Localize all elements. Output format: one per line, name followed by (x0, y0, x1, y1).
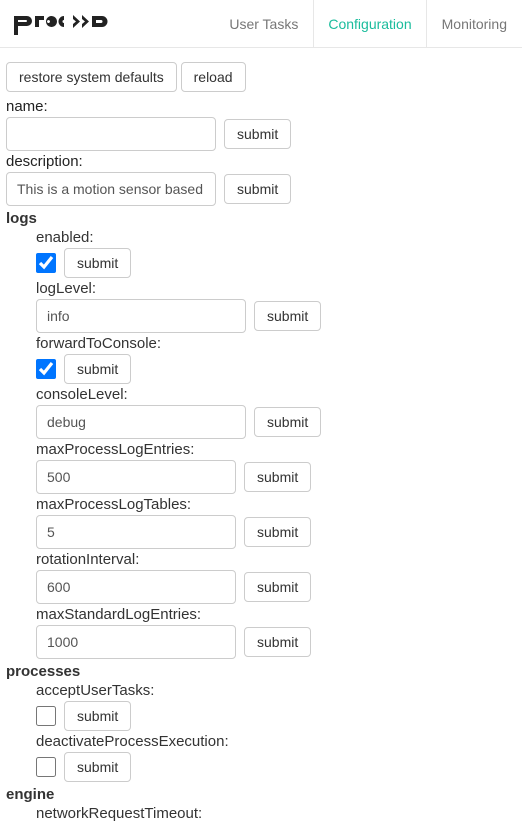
nav-configuration[interactable]: Configuration (313, 0, 426, 47)
brand-logo (14, 13, 130, 35)
action-row: restore system defaults reload (6, 62, 516, 92)
field-logs-maxprocesslogtables: maxProcessLogTables: submit (36, 496, 516, 549)
field-description: description: submit (6, 153, 516, 206)
processes-acceptusertasks-submit-button[interactable]: submit (64, 701, 131, 731)
logs-consolelevel-label: consoleLevel: (36, 386, 516, 403)
name-submit-button[interactable]: submit (224, 119, 291, 149)
field-engine-networkrequesttimeout: networkRequestTimeout: (36, 805, 516, 822)
logs-consolelevel-input[interactable] (36, 405, 246, 439)
logs-rotationinterval-label: rotationInterval: (36, 551, 516, 568)
description-submit-button[interactable]: submit (224, 174, 291, 204)
field-logs-consolelevel: consoleLevel: submit (36, 386, 516, 439)
logs-maxprocesslogentries-input[interactable] (36, 460, 236, 494)
logs-maxstandardlogentries-label: maxStandardLogEntries: (36, 606, 516, 623)
section-processes: acceptUserTasks: submit deactivateProces… (36, 682, 516, 782)
logs-maxstandardlogentries-submit-button[interactable]: submit (244, 627, 311, 657)
description-label: description: (6, 153, 516, 170)
logs-maxprocesslogtables-label: maxProcessLogTables: (36, 496, 516, 513)
field-logs-forwardtoconsole: forwardToConsole: submit (36, 335, 516, 384)
logs-rotationinterval-submit-button[interactable]: submit (244, 572, 311, 602)
top-nav: User Tasks Configuration Monitoring (214, 0, 522, 47)
processes-deactivateprocessexecution-submit-button[interactable]: submit (64, 752, 131, 782)
logs-enabled-submit-button[interactable]: submit (64, 248, 131, 278)
field-logs-maxprocesslogentries: maxProcessLogEntries: submit (36, 441, 516, 494)
processes-deactivateprocessexecution-checkbox[interactable] (36, 757, 56, 777)
logs-loglevel-submit-button[interactable]: submit (254, 301, 321, 331)
logs-enabled-checkbox[interactable] (36, 253, 56, 273)
logs-loglevel-input[interactable] (36, 299, 246, 333)
section-logs-title: logs (6, 210, 516, 227)
nav-monitoring[interactable]: Monitoring (427, 0, 522, 47)
logs-maxprocesslogtables-submit-button[interactable]: submit (244, 517, 311, 547)
logs-rotationinterval-input[interactable] (36, 570, 236, 604)
topbar: User Tasks Configuration Monitoring (0, 0, 522, 48)
reload-button[interactable]: reload (181, 62, 246, 92)
field-processes-acceptusertasks: acceptUserTasks: submit (36, 682, 516, 731)
field-logs-maxstandardlogentries: maxStandardLogEntries: submit (36, 606, 516, 659)
logs-maxprocesslogtables-input[interactable] (36, 515, 236, 549)
field-logs-rotationinterval: rotationInterval: submit (36, 551, 516, 604)
procood-logo-icon (14, 13, 130, 35)
logs-enabled-label: enabled: (36, 229, 516, 246)
field-processes-deactivateprocessexecution: deactivateProcessExecution: submit (36, 733, 516, 782)
processes-acceptusertasks-label: acceptUserTasks: (36, 682, 516, 699)
section-processes-title: processes (6, 663, 516, 680)
field-name: name: submit (6, 98, 516, 151)
engine-networkrequesttimeout-label: networkRequestTimeout: (36, 805, 516, 822)
section-engine-title: engine (6, 786, 516, 803)
logs-forwardtoconsole-checkbox[interactable] (36, 359, 56, 379)
name-input[interactable] (6, 117, 216, 151)
field-logs-enabled: enabled: submit (36, 229, 516, 278)
logs-maxstandardlogentries-input[interactable] (36, 625, 236, 659)
processes-acceptusertasks-checkbox[interactable] (36, 706, 56, 726)
nav-user-tasks[interactable]: User Tasks (214, 0, 313, 47)
name-label: name: (6, 98, 516, 115)
logs-loglevel-label: logLevel: (36, 280, 516, 297)
section-engine: networkRequestTimeout: (36, 805, 516, 822)
restore-defaults-button[interactable]: restore system defaults (6, 62, 177, 92)
logs-forwardtoconsole-label: forwardToConsole: (36, 335, 516, 352)
description-input[interactable] (6, 172, 216, 206)
section-logs: enabled: submit logLevel: submit forward… (36, 229, 516, 659)
logs-forwardtoconsole-submit-button[interactable]: submit (64, 354, 131, 384)
field-logs-loglevel: logLevel: submit (36, 280, 516, 333)
logs-maxprocesslogentries-label: maxProcessLogEntries: (36, 441, 516, 458)
page-body: restore system defaults reload name: sub… (0, 48, 522, 822)
logs-maxprocesslogentries-submit-button[interactable]: submit (244, 462, 311, 492)
processes-deactivateprocessexecution-label: deactivateProcessExecution: (36, 733, 516, 750)
logs-consolelevel-submit-button[interactable]: submit (254, 407, 321, 437)
